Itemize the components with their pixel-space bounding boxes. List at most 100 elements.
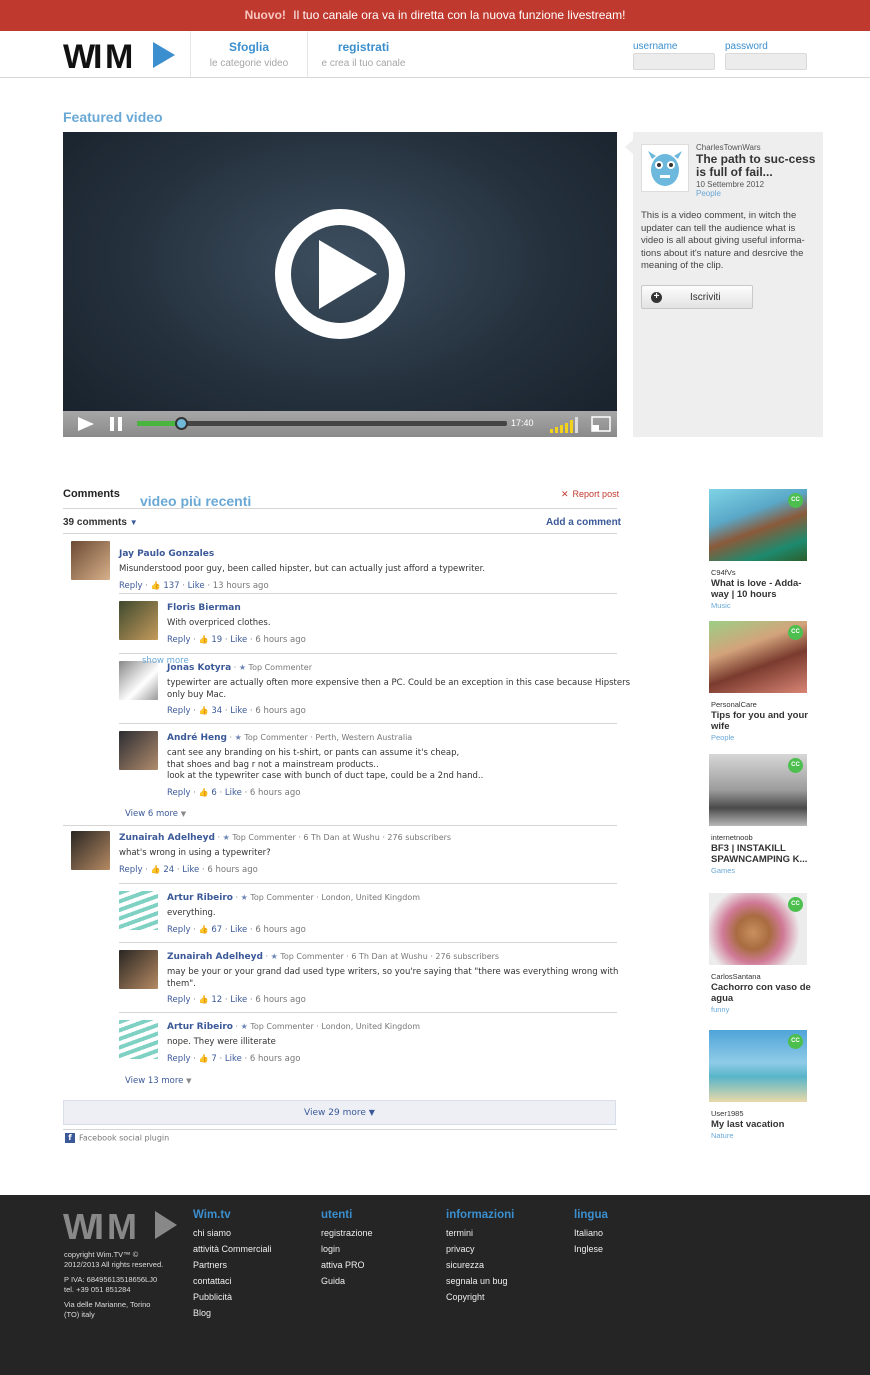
reply-link[interactable]: Reply: [119, 865, 143, 875]
like-count[interactable]: 6: [209, 788, 216, 798]
avatar[interactable]: [119, 891, 158, 930]
like-link[interactable]: Like: [230, 635, 247, 645]
footer-link[interactable]: login: [321, 1241, 373, 1257]
footer-logo[interactable]: W I M: [63, 1207, 178, 1243]
show-more-link[interactable]: show more: [142, 656, 189, 666]
like-link[interactable]: Like: [182, 865, 199, 875]
video-category[interactable]: funny: [711, 1005, 729, 1014]
avatar[interactable]: [119, 731, 158, 770]
video-thumbnail[interactable]: CC: [709, 893, 807, 965]
like-count[interactable]: 24: [161, 865, 174, 875]
video-uploader[interactable]: C94fVs: [711, 568, 736, 577]
view-more-replies-link[interactable]: View 13 more ▼: [125, 1076, 192, 1086]
view-more-replies-link[interactable]: View 6 more ▼: [125, 809, 186, 819]
avatar[interactable]: [119, 661, 158, 700]
fullscreen-icon[interactable]: [591, 416, 611, 432]
comment-count[interactable]: 39 comments ▼: [63, 517, 138, 528]
like-link[interactable]: Like: [225, 1054, 242, 1064]
facebook-plugin-label[interactable]: f Facebook social plugin: [65, 1133, 169, 1143]
like-link[interactable]: Like: [225, 788, 242, 798]
reply-link[interactable]: Reply: [167, 706, 191, 716]
avatar[interactable]: [119, 950, 158, 989]
pause-icon[interactable]: [109, 417, 123, 431]
comment-time[interactable]: 13 hours ago: [213, 581, 269, 591]
avatar[interactable]: [119, 1020, 158, 1059]
comment-author[interactable]: Floris Bierman: [167, 603, 241, 613]
recent-video-item[interactable]: CC C94fVs What is love - Adda-way | 10 hou…: [709, 489, 809, 614]
footer-link[interactable]: sicurezza: [446, 1257, 514, 1273]
like-count[interactable]: 19: [209, 635, 222, 645]
video-title[interactable]: BF3 | INSTAKILL SPAWNCAMPING K...: [711, 843, 811, 865]
comment-time[interactable]: 6 hours ago: [255, 635, 306, 645]
comment-author-name[interactable]: Jay Paulo Gonzales: [119, 549, 214, 559]
like-count[interactable]: 67: [209, 925, 222, 935]
uploader-name[interactable]: CharlesTownWars: [696, 143, 761, 152]
recent-video-item[interactable]: CC PersonalCare Tips for you and your wife…: [709, 621, 809, 746]
like-link[interactable]: Like: [230, 925, 247, 935]
reply-link[interactable]: Reply: [167, 788, 191, 798]
comment-author-name[interactable]: Artur Ribeiro: [167, 1022, 233, 1032]
recent-video-item[interactable]: CC internetnoob BF3 | INSTAKILL SPAWNCAMPI…: [709, 754, 809, 879]
video-title[interactable]: My last vacation: [711, 1119, 811, 1130]
comment-author[interactable]: Artur Ribeiro · ★ Top Commenter · London…: [167, 1022, 420, 1032]
comment-time[interactable]: 6 hours ago: [255, 925, 306, 935]
video-category[interactable]: Music: [711, 601, 731, 610]
video-uploader[interactable]: CarlosSantana: [711, 972, 761, 981]
reply-link[interactable]: Reply: [167, 635, 191, 645]
video-uploader[interactable]: User1985: [711, 1109, 744, 1118]
comment-author[interactable]: Jay Paulo Gonzales: [119, 549, 214, 559]
video-player[interactable]: 17:40: [63, 132, 617, 437]
like-count[interactable]: 137: [161, 581, 179, 591]
comment-author[interactable]: André Heng · ★ Top Commenter · Perth, We…: [167, 733, 412, 743]
footer-link[interactable]: contattaci: [193, 1273, 272, 1289]
video-thumbnail[interactable]: CC: [709, 754, 807, 826]
comment-time[interactable]: 6 hours ago: [255, 706, 306, 716]
video-thumbnail[interactable]: CC: [709, 1030, 807, 1102]
recent-video-item[interactable]: CC User1985 My last vacation Nature: [709, 1030, 809, 1155]
comment-time[interactable]: 6 hours ago: [250, 788, 301, 798]
footer-link[interactable]: chi siamo: [193, 1225, 272, 1241]
nav-sfoglia[interactable]: Sfoglia le categorie video: [190, 31, 307, 77]
footer-link[interactable]: Inglese: [574, 1241, 608, 1257]
footer-link[interactable]: attiva PRO: [321, 1257, 373, 1273]
video-title[interactable]: The path to suc-cess is full of fail...: [696, 153, 816, 179]
username-field[interactable]: [633, 53, 715, 70]
video-thumbnail[interactable]: CC: [709, 489, 807, 561]
video-title[interactable]: Cachorro con vaso de agua: [711, 982, 811, 1004]
reply-link[interactable]: Reply: [167, 995, 191, 1005]
comment-author-name[interactable]: Zunairah Adelheyd: [119, 833, 215, 843]
nav-registrati[interactable]: registrati e crea il tuo canale: [307, 31, 419, 77]
video-title[interactable]: Tips for you and your wife: [711, 710, 811, 732]
comment-author-name[interactable]: Artur Ribeiro: [167, 893, 233, 903]
avatar[interactable]: [119, 601, 158, 640]
comment-time[interactable]: 6 hours ago: [207, 865, 258, 875]
comment-author[interactable]: Zunairah Adelheyd · ★ Top Commenter · 6 …: [119, 833, 451, 843]
view-more-comments-button[interactable]: View 29 more ▼: [63, 1100, 616, 1125]
avatar[interactable]: [71, 831, 110, 870]
seek-bar[interactable]: [137, 417, 507, 430]
video-category[interactable]: Nature: [711, 1131, 734, 1140]
like-count[interactable]: 12: [209, 995, 222, 1005]
comment-author-name[interactable]: André Heng: [167, 733, 227, 743]
seek-handle[interactable]: [175, 417, 189, 430]
report-post-link[interactable]: ✕ Report post: [561, 489, 619, 500]
video-uploader[interactable]: PersonalCare: [711, 700, 757, 709]
comment-author[interactable]: Zunairah Adelheyd · ★ Top Commenter · 6 …: [167, 952, 499, 962]
video-uploader[interactable]: internetnoob: [711, 833, 753, 842]
like-link[interactable]: Like: [230, 706, 247, 716]
recent-video-item[interactable]: CC CarlosSantana Cachorro con vaso de agua…: [709, 893, 811, 1018]
video-category[interactable]: People: [696, 189, 721, 198]
like-count[interactable]: 7: [209, 1054, 216, 1064]
play-icon[interactable]: [77, 417, 95, 431]
footer-link[interactable]: attività Commerciali: [193, 1241, 272, 1257]
avatar[interactable]: [71, 541, 110, 580]
comment-time[interactable]: 6 hours ago: [250, 1054, 301, 1064]
comment-time[interactable]: 6 hours ago: [255, 995, 306, 1005]
avatar[interactable]: [641, 144, 689, 192]
comment-author-name[interactable]: Floris Bierman: [167, 603, 241, 613]
reply-link[interactable]: Reply: [167, 925, 191, 935]
footer-link[interactable]: registrazione: [321, 1225, 373, 1241]
password-field[interactable]: [725, 53, 807, 70]
footer-link[interactable]: privacy: [446, 1241, 514, 1257]
video-category[interactable]: People: [711, 733, 734, 742]
